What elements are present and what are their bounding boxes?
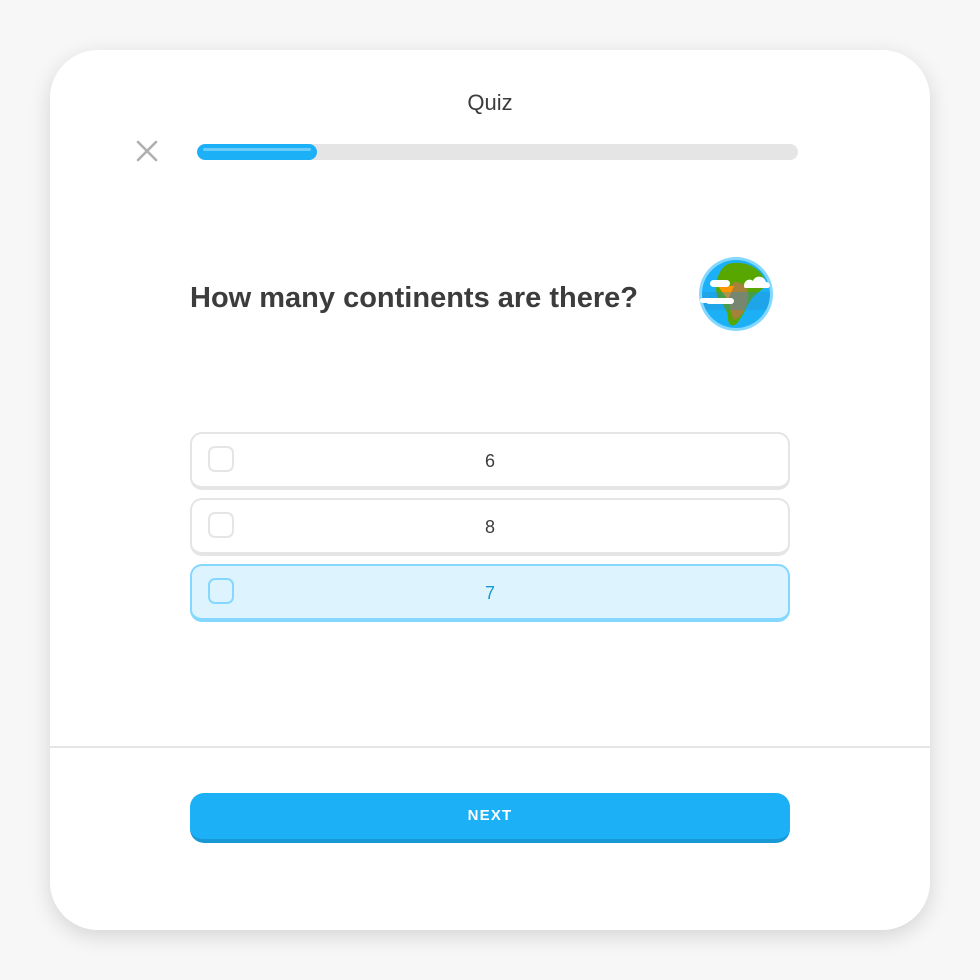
option-label: 8: [484, 517, 495, 537]
option-label: 7: [484, 583, 495, 603]
globe-icon: [698, 256, 774, 332]
progress-fill: [197, 144, 318, 160]
close-icon: [136, 140, 158, 162]
footer-divider: [50, 746, 930, 748]
question-text: How many continents are there?: [190, 282, 638, 314]
answer-options: 6 8 7: [190, 432, 790, 630]
page-title: Quiz: [467, 90, 513, 115]
answer-option-6[interactable]: 6: [190, 432, 790, 490]
next-button[interactable]: NEXT: [190, 793, 790, 843]
answer-option-7[interactable]: 7: [190, 564, 790, 622]
close-button[interactable]: [132, 136, 162, 166]
answer-option-8[interactable]: 8: [190, 498, 790, 556]
quiz-card: Quiz How many continents are there? 6 8 …: [50, 50, 930, 930]
option-label: 6: [484, 451, 495, 471]
progress-bar: [197, 144, 798, 160]
